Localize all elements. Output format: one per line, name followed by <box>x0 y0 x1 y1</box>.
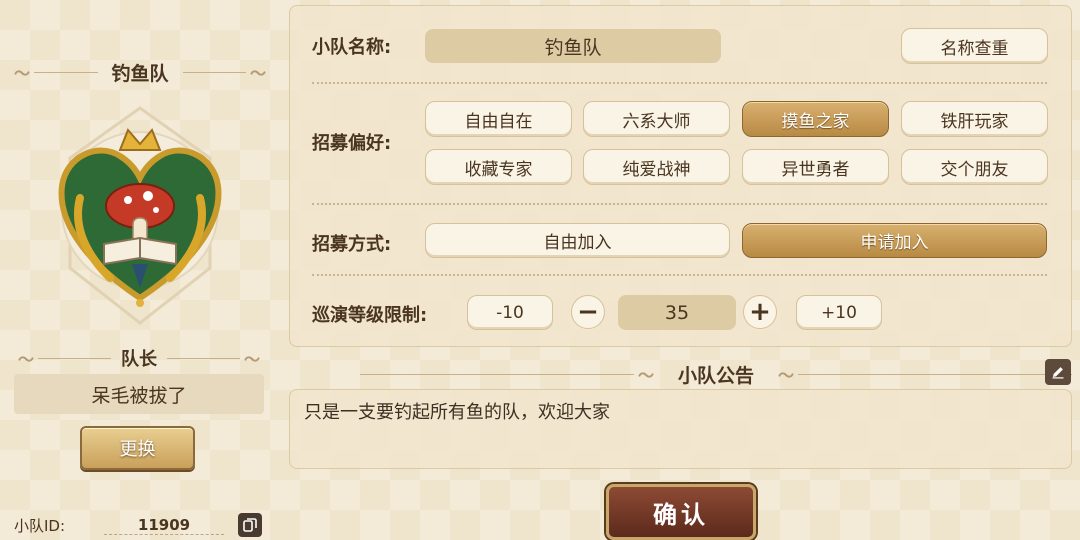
method-apply-join-selected[interactable]: 申请加入 <box>742 223 1047 258</box>
swirl-ornament-icon: 〜 <box>250 64 267 83</box>
preference-label: 招募偏好: <box>312 133 392 154</box>
plus-icon: + <box>749 297 771 327</box>
divider <box>360 373 634 375</box>
notice-title: 小队公告 <box>678 364 755 387</box>
team-name-heading: 〜 钓鱼队 〜 <box>10 58 270 86</box>
minus-icon: − <box>577 297 599 327</box>
notice-heading: 〜 小队公告 〜 <box>360 360 1073 388</box>
swirl-ornament-icon: 〜 <box>18 350 35 369</box>
preference-option[interactable]: 六系大师 <box>583 101 730 137</box>
method-free-join[interactable]: 自由加入 <box>425 223 730 258</box>
pencil-icon <box>1052 367 1064 379</box>
swirl-ornament-icon: 〜 <box>778 366 795 385</box>
copy-icon <box>243 518 257 532</box>
preference-option-selected[interactable]: 摸鱼之家 <box>742 101 889 137</box>
divider <box>167 357 240 359</box>
team-id-label: 小队ID: <box>14 516 66 535</box>
change-captain-button[interactable]: 更换 <box>80 426 195 470</box>
preference-option[interactable]: 铁肝玩家 <box>901 101 1048 137</box>
captain-heading: 〜 队长 〜 <box>14 345 264 371</box>
check-name-button[interactable]: 名称查重 <box>901 28 1048 64</box>
team-settings-panel: 小队名称: 钓鱼队 名称查重 招募偏好: 自由自在 六系大师 摸鱼之家 铁肝玩家… <box>289 5 1072 347</box>
preference-option[interactable]: 自由自在 <box>425 101 572 137</box>
team-name-input[interactable]: 钓鱼队 <box>425 29 721 63</box>
divider <box>34 71 98 73</box>
captain-name: 呆毛被拔了 <box>14 374 264 414</box>
divider <box>312 274 1047 276</box>
level-plus-10-button[interactable]: +10 <box>796 295 882 330</box>
level-value-field[interactable]: 35 <box>618 295 736 330</box>
divider <box>798 373 1073 375</box>
level-increment-button[interactable]: + <box>743 295 777 329</box>
divider <box>312 82 1047 84</box>
preference-option[interactable]: 交个朋友 <box>901 149 1048 185</box>
notice-textarea[interactable]: 只是一支要钓起所有鱼的队，欢迎大家 <box>289 389 1072 469</box>
swirl-ornament-icon: 〜 <box>637 366 654 385</box>
swirl-ornament-icon: 〜 <box>14 64 31 83</box>
edit-notice-button[interactable] <box>1045 359 1071 385</box>
copy-id-button[interactable] <box>238 513 262 537</box>
preference-option[interactable]: 异世勇者 <box>742 149 889 185</box>
recruit-method-label: 招募方式: <box>312 234 392 255</box>
divider <box>312 203 1047 205</box>
confirm-button[interactable]: 确认 <box>606 484 756 540</box>
preference-option[interactable]: 纯爱战神 <box>583 149 730 185</box>
divider <box>38 357 111 359</box>
team-info-column: 〜 钓鱼队 〜 〜 队长 〜 呆毛被拔了 更换 小队ID: 11909 <box>0 0 285 540</box>
notice-text: 只是一支要钓起所有鱼的队，欢迎大家 <box>304 402 610 423</box>
team-name-title: 钓鱼队 <box>111 62 169 85</box>
team-id-row: 小队ID: 11909 <box>14 512 264 538</box>
preference-option[interactable]: 收藏专家 <box>425 149 572 185</box>
divider <box>182 71 246 73</box>
level-decrement-button[interactable]: − <box>571 295 605 329</box>
level-minus-10-button[interactable]: -10 <box>467 295 553 330</box>
mushroom-emblem-icon <box>58 106 222 325</box>
team-emblem[interactable] <box>40 98 240 338</box>
swirl-ornament-icon: 〜 <box>243 350 260 369</box>
team-name-label: 小队名称: <box>312 37 392 58</box>
team-id-value: 11909 <box>104 516 224 535</box>
captain-title: 队长 <box>121 349 157 370</box>
level-limit-label: 巡演等级限制: <box>312 305 428 326</box>
